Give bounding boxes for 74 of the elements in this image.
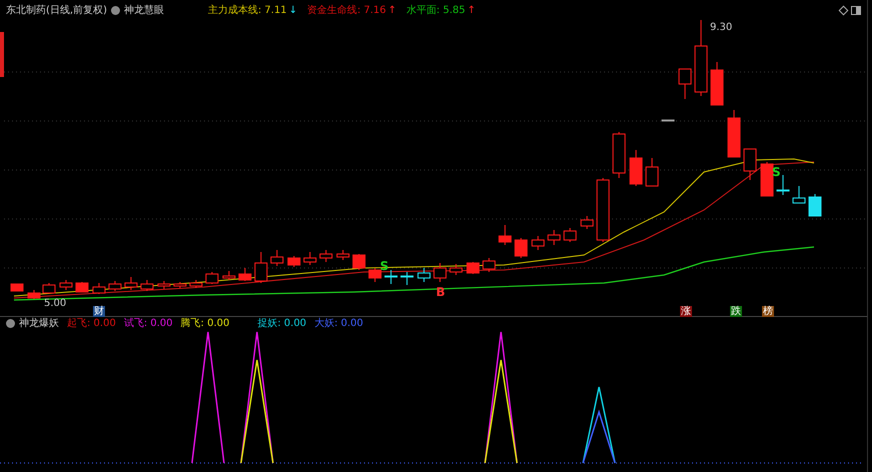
candlestick [352, 254, 366, 270]
candlestick [140, 280, 154, 292]
high-price-label: 9.30 [710, 22, 732, 33]
price-marker [0, 32, 4, 77]
indicator-value: 大妖: 0.00 [314, 316, 364, 331]
candlestick [532, 236, 544, 250]
dropdown-icon[interactable] [6, 319, 15, 328]
tag: 财 [93, 306, 105, 317]
candlestick [564, 228, 576, 242]
indicator-value: 捉妖: 0.00 [257, 317, 306, 331]
candlestick [434, 262, 446, 282]
candlestick [92, 282, 106, 294]
indicator-value: 腾飞: 0.00 [180, 316, 230, 331]
indicator-value: 试飞: 0.00 [124, 316, 173, 331]
panel-icon[interactable] [851, 6, 861, 14]
candlestick [76, 282, 88, 292]
candlestick [646, 158, 658, 186]
candlestick [400, 272, 414, 286]
candlestick [254, 252, 268, 284]
candlestick [42, 282, 56, 294]
candlestick [580, 216, 594, 230]
candlestick [596, 178, 610, 242]
candlestick [792, 186, 806, 204]
candlestick [450, 264, 462, 276]
candlestick [368, 268, 382, 282]
candlestick [320, 250, 332, 262]
candlestick [630, 150, 642, 186]
candlestick [466, 262, 480, 274]
candlestick [808, 194, 822, 216]
down-arrow: ↓ [288, 4, 298, 18]
candlestick [270, 250, 284, 266]
candlestick [498, 224, 512, 246]
candlestick [776, 174, 790, 196]
up-arrow: ↑ [467, 4, 476, 18]
signal-label: B [436, 285, 446, 299]
candlestick [418, 268, 430, 282]
dropdown-icon[interactable] [110, 6, 120, 14]
chart-title: 东北制药(日线,前复权) [6, 4, 107, 18]
candlestick [108, 280, 122, 292]
candlestick [190, 280, 202, 288]
candlestick [548, 230, 560, 246]
candlestick [744, 148, 756, 180]
indicator-name: 神龙慧眼 [124, 4, 164, 18]
indicator-value: 主力成本线: 7.11 [208, 4, 287, 18]
candlestick [60, 280, 72, 290]
candlestick [662, 120, 674, 122]
indicator-value: 资金生命线: 7.16 [307, 4, 386, 18]
low-price-label: 5.00 [44, 298, 66, 306]
candlestick [288, 256, 300, 268]
tag: 跌 [730, 306, 742, 317]
candlestick [612, 132, 626, 178]
candlestick [174, 282, 186, 288]
tag: 涨 [680, 306, 692, 317]
candlestick [384, 270, 398, 284]
indicator-value: 起飞: 0.00 [67, 316, 116, 331]
panel-title: 神龙爆妖 [19, 316, 59, 331]
indicator-value: 水平面: 5.85 [406, 4, 466, 18]
up-arrow: ↑ [388, 4, 396, 18]
candlestick [206, 272, 218, 284]
candlestick [760, 162, 774, 196]
candlestick [482, 258, 496, 272]
candlestick [710, 62, 724, 106]
candlestick [304, 252, 316, 266]
candlestick [158, 280, 170, 290]
candlestick [124, 276, 138, 290]
candlestick [336, 250, 350, 260]
candlestick [10, 284, 24, 292]
candlestick [728, 110, 740, 158]
candlestick [514, 238, 528, 258]
candlestick [222, 270, 236, 280]
candlestick [28, 290, 40, 300]
candlestick [678, 68, 692, 100]
tag: 榜 [762, 306, 774, 317]
candlestick [238, 268, 252, 282]
